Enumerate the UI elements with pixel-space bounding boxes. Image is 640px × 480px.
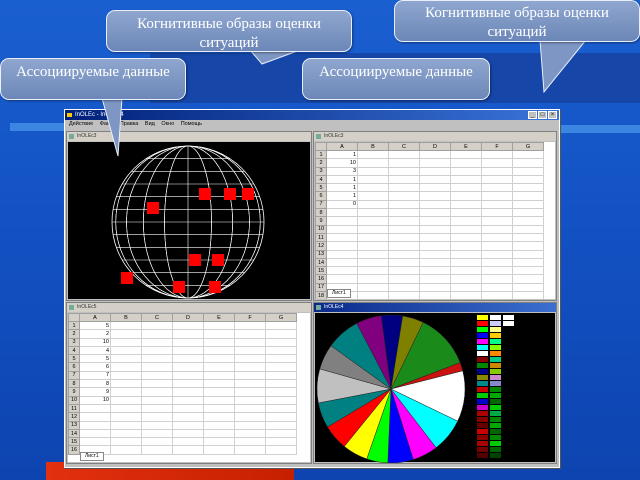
callout-associated-data-left: Ассоциируемые данные bbox=[0, 58, 186, 100]
callout-associated-data-right: Ассоциируемые данные bbox=[302, 58, 490, 100]
callout-text: Когнитивные образы оценки ситуаций bbox=[137, 16, 321, 51]
callout-text: Ассоциируемые данные bbox=[319, 64, 473, 80]
callout-cognitive-images-left: Когнитивные образы оценки ситуаций bbox=[106, 10, 352, 52]
callout-text: Когнитивные образы оценки ситуаций bbox=[425, 5, 609, 40]
callout-text: Ассоциируемые данные bbox=[16, 64, 170, 80]
callout-cognitive-images-right: Когнитивные образы оценки ситуаций bbox=[394, 0, 640, 42]
